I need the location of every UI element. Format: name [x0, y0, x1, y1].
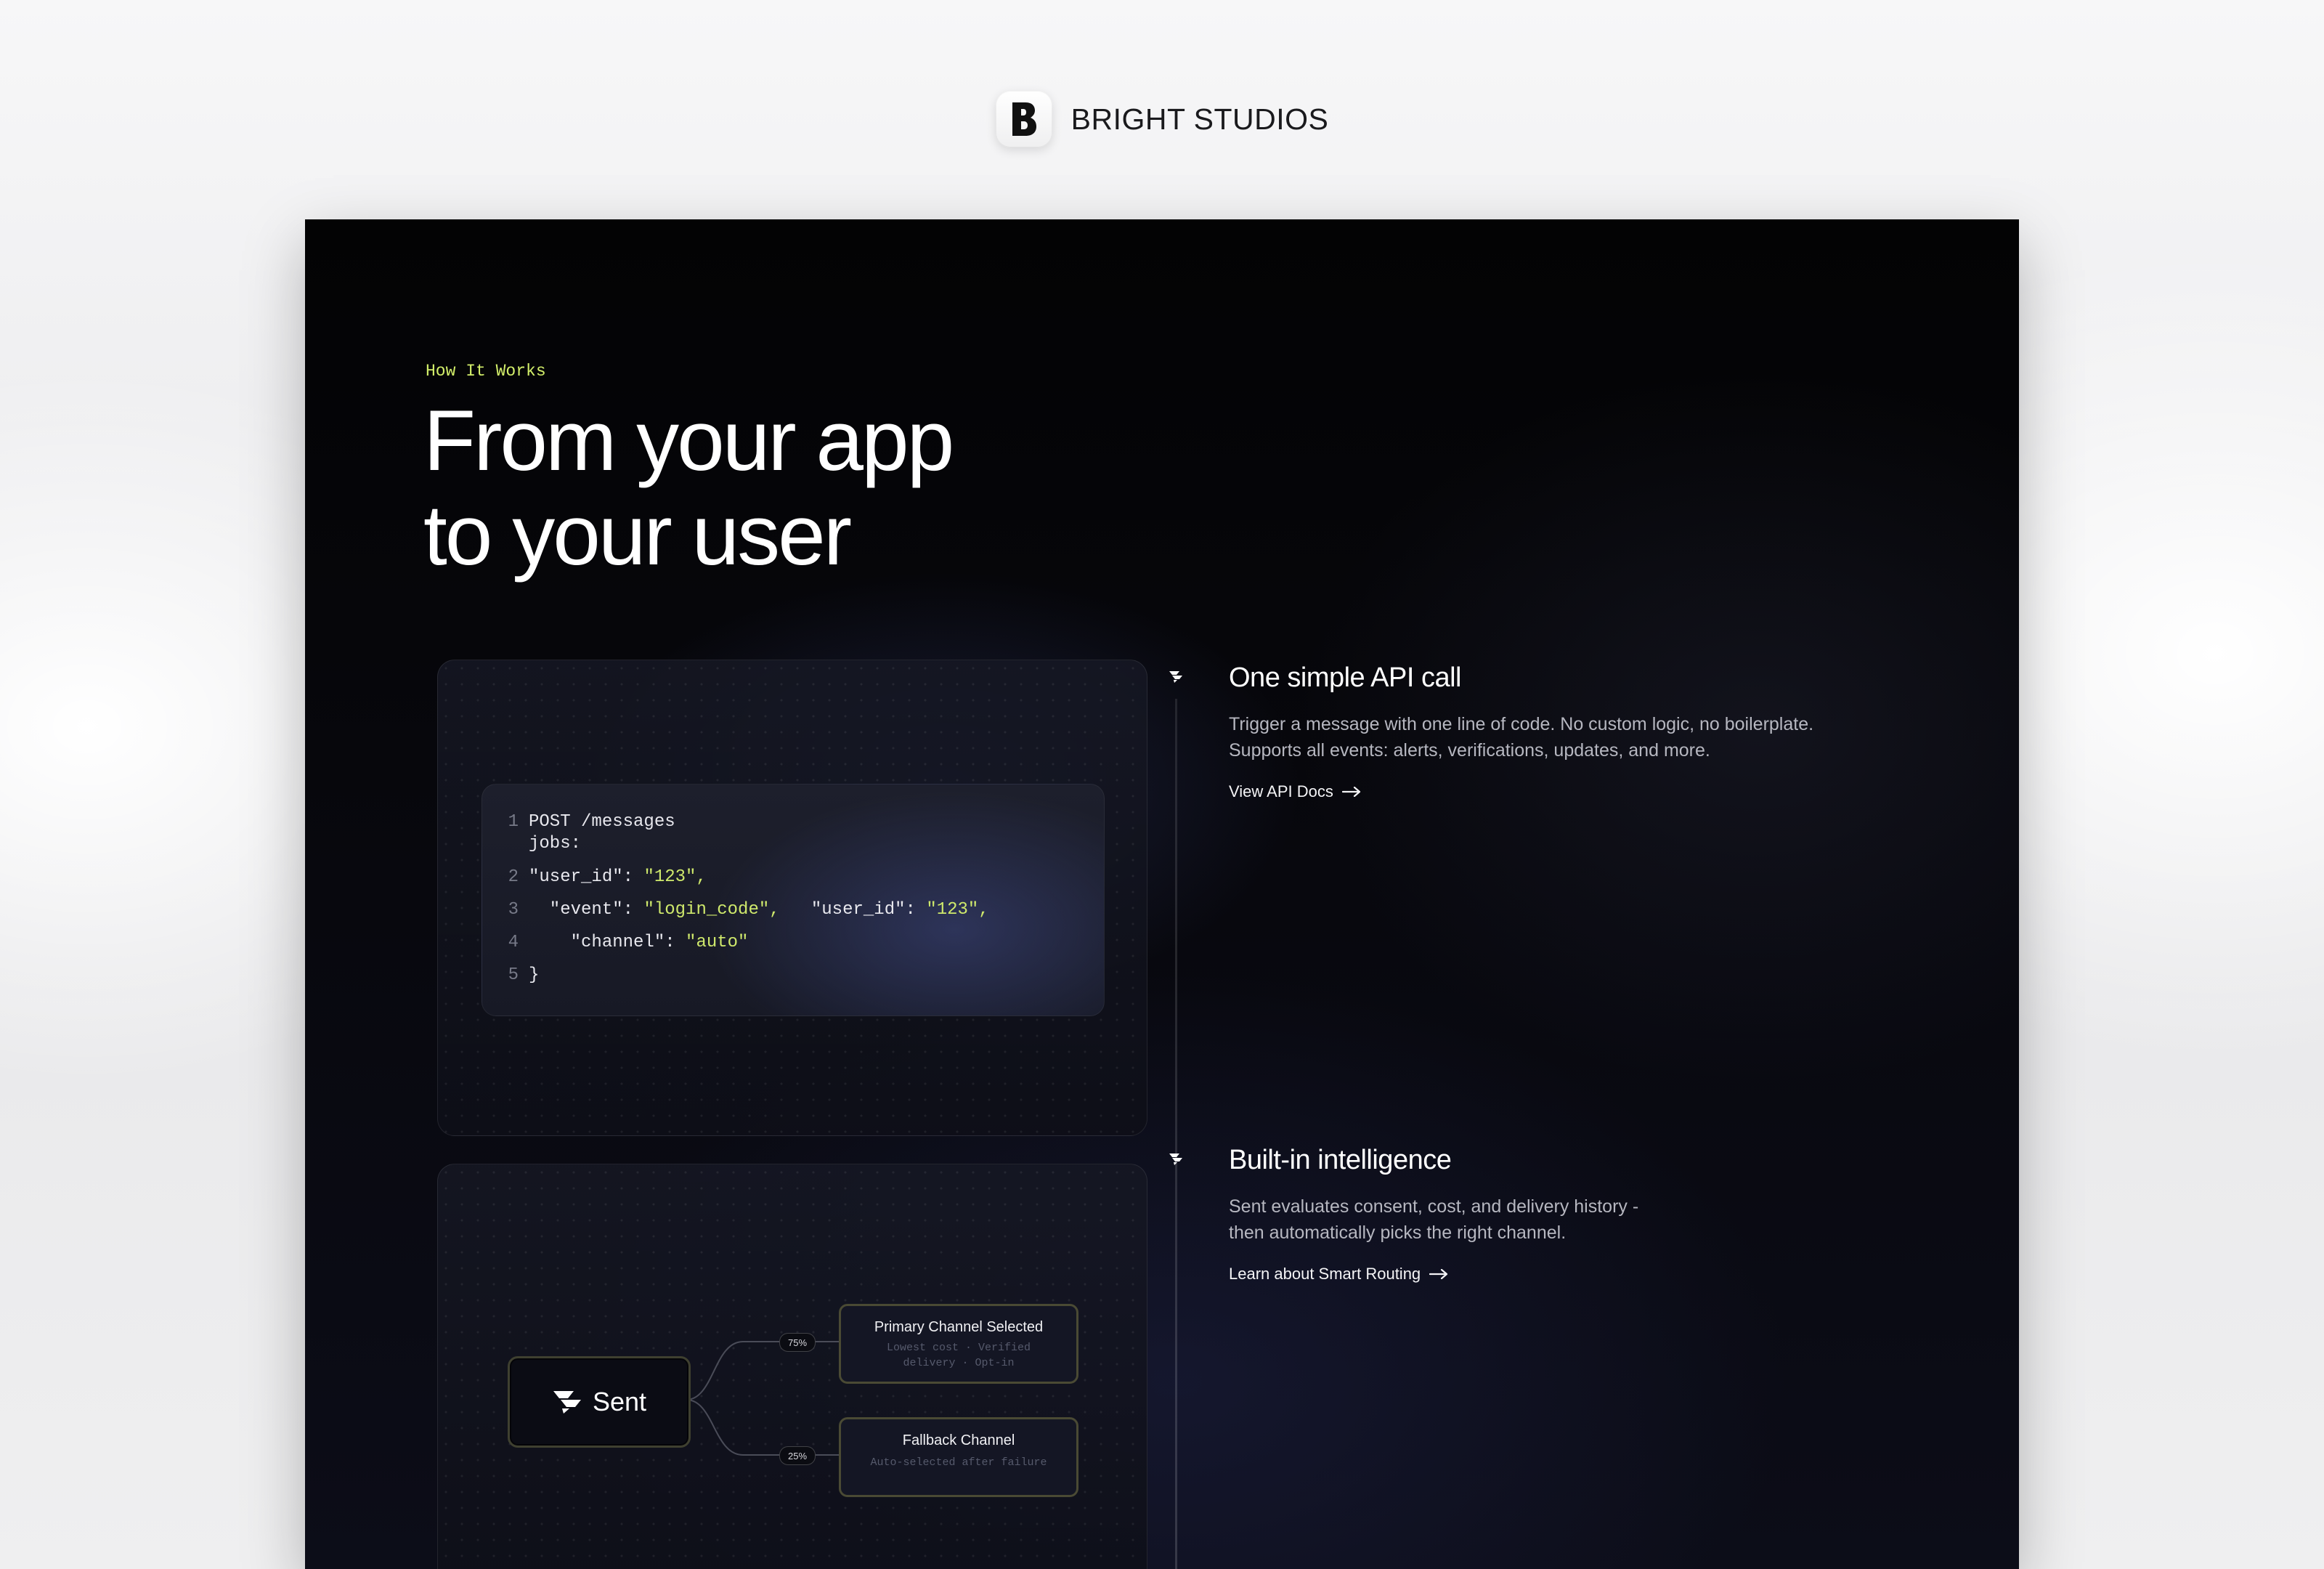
step-description-line: Supports all events: alerts, verificatio…: [1229, 740, 1710, 761]
sent-logo-icon: [553, 1391, 581, 1414]
primary-share-badge: 75%: [779, 1333, 816, 1352]
code-text: POST /messages: [529, 812, 675, 832]
primary-channel-card: Primary Channel Selected Lowest cost · V…: [839, 1304, 1078, 1384]
headline-line-2: to your user: [423, 487, 852, 583]
connector-fallback: [686, 1399, 839, 1456]
timeline-marker-icon: [1169, 671, 1182, 683]
headline-line-1: From your app: [423, 393, 954, 489]
connector-primary: [686, 1341, 839, 1400]
code-text: }: [529, 965, 540, 985]
line-number: 1: [508, 812, 519, 832]
step-description-line: then automatically picks the right chann…: [1229, 1223, 1567, 1243]
sent-node-label: Sent: [592, 1387, 647, 1416]
code-block: 1 POST /messages jobs: 2 "user_id": "123…: [482, 784, 1105, 1016]
code-key: "user_id":: [529, 867, 644, 887]
code-string: "auto": [686, 933, 749, 952]
fallback-channel-title: Fallback Channel: [902, 1432, 1015, 1448]
step-title: Built-in intelligence: [1229, 1145, 1452, 1175]
arrow-right-icon: [1341, 787, 1360, 797]
code-key: "user_id":: [779, 900, 927, 920]
b-logo-icon[interactable]: [995, 91, 1052, 147]
section-eyebrow: How It Works: [426, 362, 546, 381]
primary-channel-title: Primary Channel Selected: [874, 1319, 1044, 1335]
code-key: "event":: [529, 900, 644, 920]
code-line: 4 "channel": "auto": [482, 933, 749, 952]
how-it-works-section: How It Works From your app to your user …: [305, 219, 2019, 1569]
routing-panel: Sent 75% 25% Primary Channel Selected Lo…: [437, 1164, 1147, 1569]
line-number: [482, 834, 529, 854]
line-number: 2: [508, 867, 519, 887]
timeline-line: [1175, 699, 1177, 1569]
sent-node: Sent: [508, 1356, 691, 1448]
code-line: 2 "user_id": "123",: [482, 867, 707, 887]
step-description: Sent evaluates consent, cost, and delive…: [1229, 1193, 1955, 1246]
code-key: "channel":: [529, 933, 686, 952]
code-string: "123",: [643, 867, 707, 887]
primary-channel-detail-line: delivery · Opt-in: [903, 1357, 1015, 1369]
brand-header: BRIGHT STUDIOS: [0, 89, 2324, 150]
code-line: jobs:: [482, 834, 581, 854]
line-number: 3: [508, 900, 519, 920]
section-headline: From your app to your user: [423, 393, 954, 583]
code-string: "123",: [926, 900, 989, 920]
code-line: 3 "event": "login_code", "user_id": "123…: [482, 900, 989, 920]
fallback-channel-details: Auto-selected after failure: [870, 1456, 1047, 1469]
link-label: Learn about Smart Routing: [1229, 1265, 1421, 1283]
step-title: One simple API call: [1229, 662, 1461, 693]
arrow-right-icon: [1429, 1269, 1448, 1279]
primary-channel-details: Lowest cost · Verified delivery · Opt-in: [841, 1340, 1076, 1371]
line-number: 5: [508, 965, 519, 985]
api-call-panel: 1 POST /messages jobs: 2 "user_id": "123…: [437, 660, 1147, 1136]
step-description-line: Sent evaluates consent, cost, and delive…: [1229, 1196, 1639, 1217]
smart-routing-link[interactable]: Learn about Smart Routing: [1229, 1265, 1448, 1284]
code-line: 5 }: [482, 965, 540, 985]
step-built-in-intelligence: Built-in intelligence Sent evaluates con…: [1229, 1145, 1955, 1284]
line-number: 4: [508, 933, 519, 952]
step-description-line: Trigger a message with one line of code.…: [1229, 714, 1814, 734]
step-api-call: One simple API call Trigger a message wi…: [1229, 662, 1955, 801]
step-description: Trigger a message with one line of code.…: [1229, 711, 1955, 763]
fallback-channel-card: Fallback Channel Auto-selected after fai…: [839, 1417, 1078, 1497]
code-string: "login_code",: [643, 900, 780, 920]
code-text: jobs:: [529, 834, 582, 854]
timeline-marker-icon: [1169, 1154, 1182, 1165]
brand-name[interactable]: BRIGHT STUDIOS: [1071, 102, 1329, 137]
fallback-share-badge: 25%: [779, 1446, 816, 1465]
primary-channel-detail-line: Lowest cost · Verified: [886, 1342, 1031, 1354]
link-label: View API Docs: [1229, 782, 1333, 800]
code-line: 1 POST /messages: [482, 812, 675, 832]
view-api-docs-link[interactable]: View API Docs: [1229, 782, 1361, 801]
